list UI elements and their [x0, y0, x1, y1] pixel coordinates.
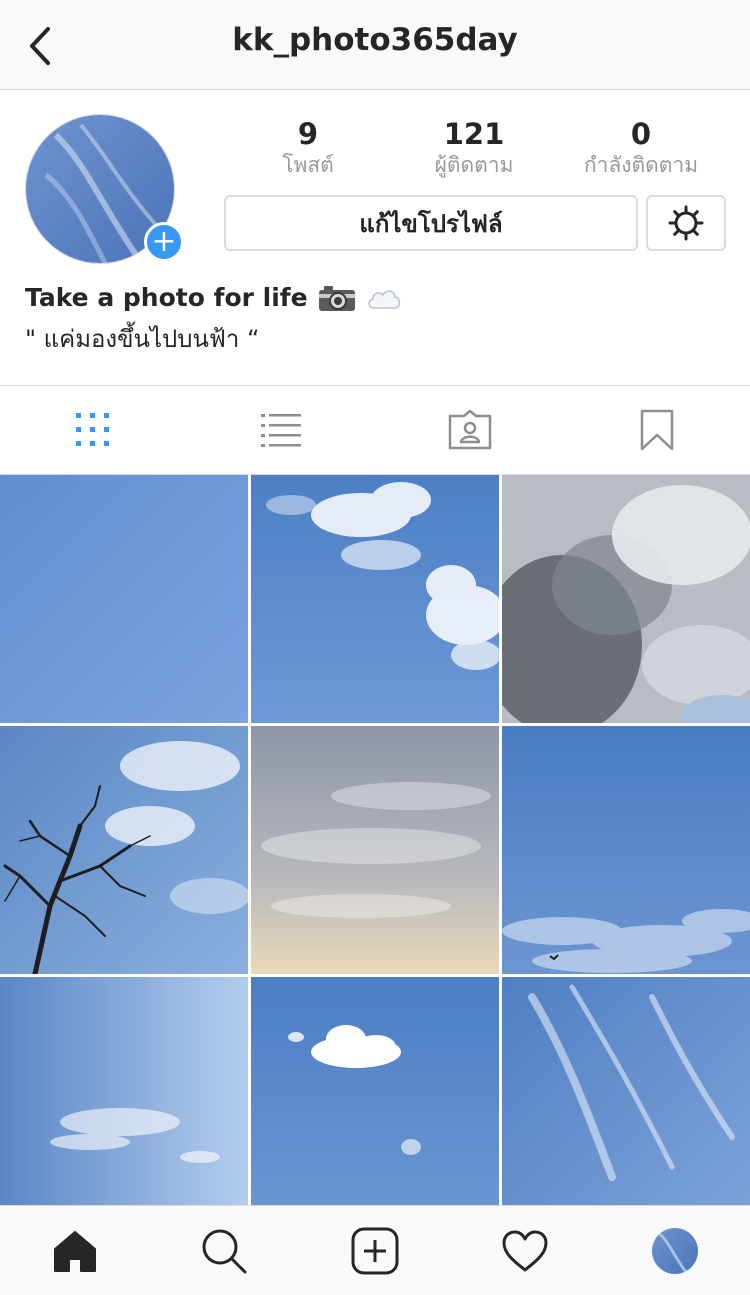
posts-count-label: โพสต์: [282, 153, 334, 177]
gear-icon: [668, 205, 704, 241]
photo-grid: [0, 475, 750, 1205]
profile-avatar-container: +: [25, 114, 184, 266]
settings-button[interactable]: [646, 195, 726, 251]
nav-activity[interactable]: [498, 1224, 552, 1278]
bookmark-icon: [640, 409, 674, 451]
nav-home[interactable]: [48, 1224, 102, 1278]
photo-streaky-clouds-sky[interactable]: [502, 977, 750, 1205]
camera-icon: [318, 284, 356, 312]
photo-small-cloud-sky[interactable]: [251, 977, 499, 1205]
tab-saved[interactable]: [617, 386, 697, 474]
add-story-button[interactable]: +: [144, 222, 184, 262]
profile-bio: Take a photo for life " แค่มองขึ้นไปบนฟ้…: [25, 280, 725, 358]
photo-wispy-sky[interactable]: [0, 977, 248, 1205]
nav-search[interactable]: [197, 1224, 251, 1278]
nav-new-post[interactable]: [348, 1224, 402, 1278]
photo-tree-branches-sky[interactable]: [0, 726, 248, 974]
followers-count-label: ผู้ติดตาม: [434, 153, 514, 177]
home-icon: [54, 1231, 96, 1272]
following-count-label: กำลังติดตาม: [583, 153, 699, 177]
top-bar: kk_photo365day: [0, 0, 750, 90]
profile-avatar-icon: [652, 1228, 698, 1274]
add-post-icon: [351, 1227, 399, 1275]
photo-blue-sky-bird[interactable]: [502, 726, 750, 974]
posts-count[interactable]: 9 โพสต์: [228, 116, 388, 178]
profile-username: kk_photo365day: [232, 22, 518, 58]
nav-profile[interactable]: [648, 1224, 702, 1278]
photo-hazy-evening-sky[interactable]: [251, 726, 499, 974]
heart-icon: [502, 1230, 548, 1272]
bio-name-line: Take a photo for life: [25, 280, 725, 316]
posts-count-value: 9: [297, 117, 319, 151]
search-icon: [202, 1229, 247, 1274]
following-count[interactable]: 0 กำลังติดตาม: [561, 116, 721, 178]
bio-text: " แค่มองขึ้นไปบนฟ้า “: [25, 325, 260, 353]
profile-view-tabs: [0, 385, 750, 475]
edit-profile-button[interactable]: แก้ไขโปรไฟล์: [224, 195, 638, 251]
photo-sky-clouds-right[interactable]: [251, 475, 499, 723]
photo-storm-clouds[interactable]: [502, 475, 750, 723]
photo-sky-clear[interactable]: [0, 475, 248, 723]
tab-grid-view[interactable]: [53, 386, 133, 474]
tab-tagged[interactable]: [430, 386, 510, 474]
list-icon: [261, 414, 301, 447]
cloud-icon: [366, 286, 402, 310]
following-count-value: 0: [630, 117, 652, 151]
followers-count[interactable]: 121 ผู้ติดตาม: [394, 116, 554, 178]
bottom-navigation: [0, 1205, 750, 1295]
grid-icon: [76, 413, 109, 446]
followers-count-value: 121: [443, 117, 505, 151]
tab-list-view[interactable]: [241, 386, 321, 474]
bio-name: Take a photo for life: [25, 283, 308, 312]
plus-icon: +: [151, 224, 177, 259]
tagged-person-icon: [448, 410, 492, 450]
